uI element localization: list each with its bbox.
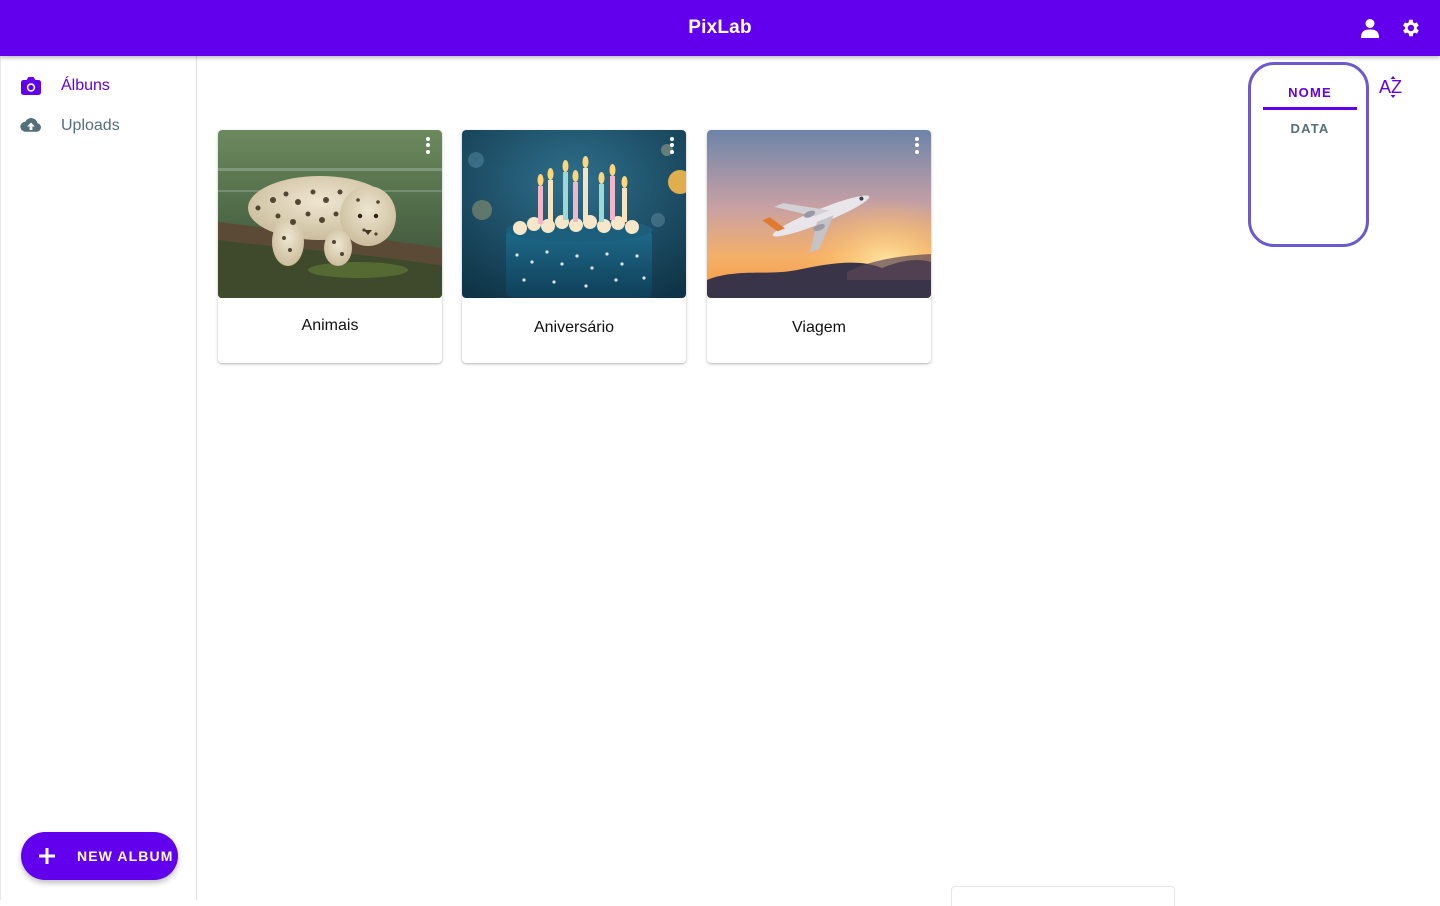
sidebar-item-uploads[interactable]: Uploads [1, 108, 197, 144]
sidebar-item-albums[interactable]: Álbuns [1, 68, 197, 104]
sort-panel: NOME DATA [1248, 62, 1369, 247]
new-album-button[interactable]: NEW ALBUM [21, 832, 178, 880]
tab-sort-name[interactable]: NOME [1263, 82, 1357, 110]
app-bar: PixLab [0, 0, 1440, 56]
more-vert-icon[interactable] [909, 134, 925, 156]
album-thumbnail [218, 130, 442, 298]
album-card-aniversario[interactable]: Aniversário [462, 130, 686, 363]
album-thumbnail [707, 130, 931, 298]
bottom-card-edge [951, 886, 1175, 906]
account-icon[interactable] [1358, 16, 1382, 40]
album-card-animais[interactable]: Animais [218, 130, 442, 363]
cloud-upload-icon [20, 116, 42, 136]
plus-icon [37, 846, 57, 866]
sort-alpha-icon[interactable]: AZ [1378, 74, 1408, 100]
gear-icon[interactable] [1398, 16, 1422, 40]
app-title: PixLab [688, 17, 752, 38]
sidebar-item-label: Uploads [61, 117, 120, 134]
more-vert-icon[interactable] [420, 134, 436, 156]
tab-sort-name-label: NOME [1288, 85, 1332, 100]
tab-sort-date[interactable]: DATA [1263, 118, 1357, 146]
album-title: Viagem [792, 319, 846, 336]
more-vert-icon[interactable] [664, 134, 680, 156]
album-title: Animais [301, 317, 359, 334]
sort-order-label: AZ [1379, 77, 1402, 97]
camera-icon [20, 76, 42, 96]
album-card-viagem[interactable]: Viagem [707, 130, 931, 363]
album-title: Aniversário [533, 319, 615, 336]
sidebar: Álbuns Uploads NEW ALBUM [0, 56, 197, 900]
tab-sort-date-label: DATA [1290, 121, 1330, 136]
album-thumbnail [462, 130, 686, 298]
new-album-label: NEW ALBUM [77, 848, 174, 864]
sidebar-item-label: Álbuns [61, 77, 110, 94]
